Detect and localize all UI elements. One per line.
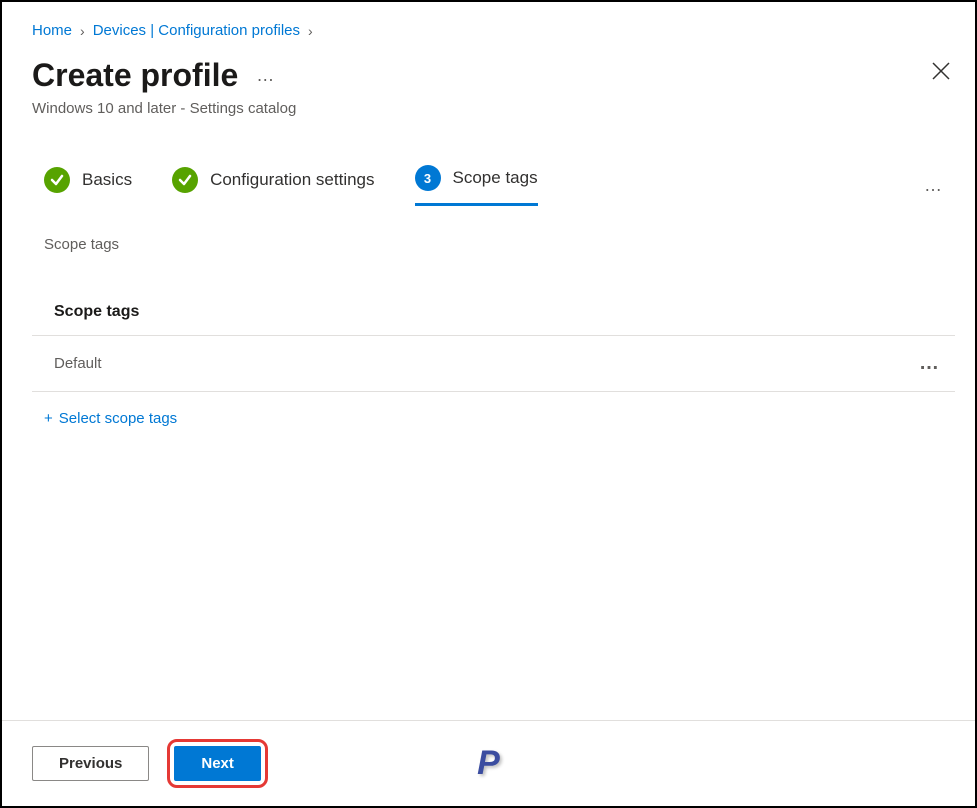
previous-button[interactable]: Previous [32, 746, 149, 781]
breadcrumb-home[interactable]: Home [32, 22, 72, 39]
wizard-step-basics[interactable]: Basics [44, 167, 132, 205]
next-button[interactable]: Next [174, 746, 261, 781]
step-number-icon: 3 [415, 165, 441, 191]
highlight-annotation: Next [167, 739, 268, 788]
wizard-step-scope-tags[interactable]: 3 Scope tags [415, 165, 538, 206]
plus-icon: + [44, 410, 53, 427]
breadcrumb-devices[interactable]: Devices | Configuration profiles [93, 22, 300, 39]
select-link-label: Select scope tags [59, 410, 177, 427]
select-scope-tags-link[interactable]: + Select scope tags [32, 392, 177, 427]
wizard-steps: Basics Configuration settings 3 Scope ta… [32, 165, 955, 206]
brand-logo: P [477, 744, 500, 783]
footer: Previous Next P [2, 720, 975, 806]
table-header: Scope tags [32, 303, 955, 336]
close-icon [932, 62, 950, 80]
table-row: Default … [32, 336, 955, 392]
section-label: Scope tags [32, 236, 955, 253]
close-button[interactable] [927, 57, 955, 85]
wizard-step-label: Configuration settings [210, 170, 374, 190]
wizard-step-config[interactable]: Configuration settings [172, 167, 374, 205]
more-steps-icon[interactable]: … [924, 175, 955, 196]
chevron-right-icon: › [308, 23, 313, 39]
row-more-icon[interactable]: … [919, 352, 941, 375]
more-options-icon[interactable]: … [256, 65, 276, 86]
wizard-step-label: Scope tags [453, 168, 538, 188]
page-title: Create profile [32, 57, 238, 94]
scope-tag-value: Default [54, 355, 102, 372]
chevron-right-icon: › [80, 23, 85, 39]
check-icon [44, 167, 70, 193]
breadcrumb: Home › Devices | Configuration profiles … [32, 22, 955, 39]
wizard-step-label: Basics [82, 170, 132, 190]
check-icon [172, 167, 198, 193]
page-subtitle: Windows 10 and later - Settings catalog [32, 100, 955, 117]
